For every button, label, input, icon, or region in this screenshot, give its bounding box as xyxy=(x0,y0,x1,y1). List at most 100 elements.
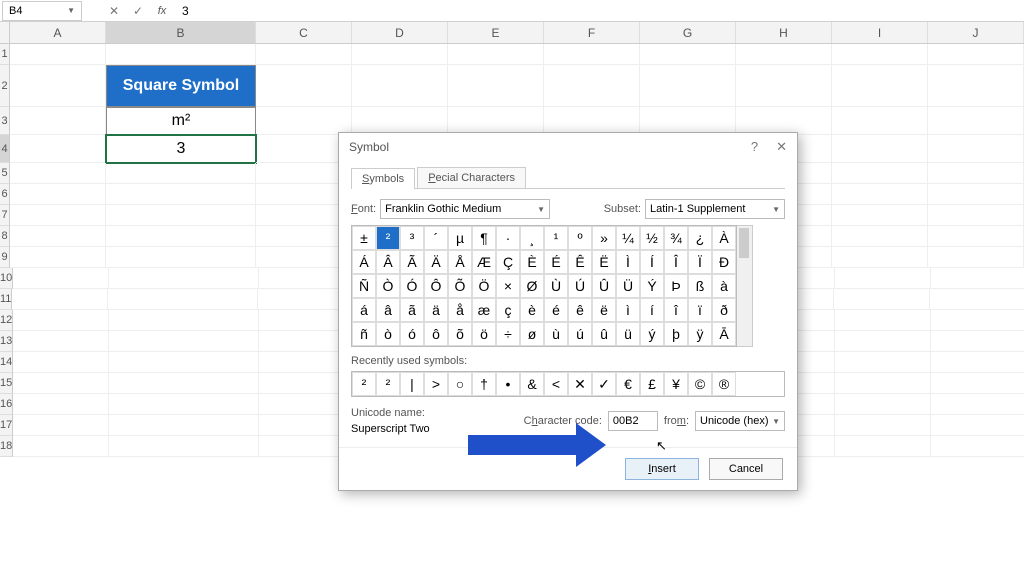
cell[interactable] xyxy=(928,135,1024,163)
symbol-cell[interactable]: Ä xyxy=(424,250,448,274)
symbol-cell[interactable]: × xyxy=(496,274,520,298)
cell[interactable] xyxy=(928,205,1024,226)
cell[interactable] xyxy=(108,289,258,310)
symbol-cell[interactable]: µ xyxy=(448,226,472,250)
symbol-cell[interactable]: é xyxy=(544,298,568,322)
symbol-cell[interactable]: Ó xyxy=(400,274,424,298)
cell[interactable] xyxy=(109,436,259,457)
cell[interactable] xyxy=(352,44,448,65)
cell[interactable]: m² xyxy=(106,107,256,135)
symbol-cell[interactable]: Ç xyxy=(496,250,520,274)
cell[interactable] xyxy=(10,205,106,226)
scrollbar[interactable] xyxy=(737,225,753,347)
symbol-cell[interactable]: Æ xyxy=(472,250,496,274)
symbol-cell[interactable]: ² xyxy=(376,226,400,250)
symbol-cell[interactable]: ñ xyxy=(352,322,376,346)
symbol-cell[interactable]: ë xyxy=(592,298,616,322)
row-header[interactable]: 14 xyxy=(0,352,13,373)
cell[interactable] xyxy=(448,44,544,65)
cell[interactable] xyxy=(109,268,259,289)
symbol-cell[interactable]: É xyxy=(544,250,568,274)
row-header[interactable]: 17 xyxy=(0,415,13,436)
symbol-cell[interactable]: Þ xyxy=(664,274,688,298)
cell[interactable] xyxy=(10,184,106,205)
cell[interactable]: Square Symbol xyxy=(106,65,256,107)
symbol-cell[interactable]: ¶ xyxy=(472,226,496,250)
cell[interactable] xyxy=(256,107,352,135)
row-header[interactable]: 1 xyxy=(0,44,10,65)
cell[interactable] xyxy=(832,163,928,184)
column-header[interactable]: B xyxy=(106,22,256,43)
symbol-cell[interactable]: ç xyxy=(496,298,520,322)
cell[interactable] xyxy=(931,268,1024,289)
column-header[interactable]: J xyxy=(928,22,1024,43)
font-combo[interactable]: Franklin Gothic Medium ▼ xyxy=(380,199,550,219)
cell[interactable] xyxy=(352,65,448,107)
symbol-cell[interactable]: ¸ xyxy=(520,226,544,250)
cell[interactable] xyxy=(931,394,1024,415)
cell[interactable] xyxy=(10,107,106,135)
cell[interactable] xyxy=(931,436,1024,457)
symbol-cell[interactable]: ¼ xyxy=(616,226,640,250)
cell[interactable] xyxy=(106,247,256,268)
cancel-button[interactable]: Cancel xyxy=(709,458,783,480)
recent-symbol-cell[interactable]: & xyxy=(520,372,544,396)
cell[interactable] xyxy=(736,44,832,65)
column-header[interactable]: C xyxy=(256,22,352,43)
recent-symbol-cell[interactable]: • xyxy=(496,372,520,396)
cell[interactable] xyxy=(10,65,106,107)
symbol-cell[interactable]: Ã xyxy=(400,250,424,274)
cell[interactable] xyxy=(835,415,931,436)
cell[interactable] xyxy=(544,44,640,65)
symbol-cell[interactable]: ÷ xyxy=(496,322,520,346)
column-header[interactable]: E xyxy=(448,22,544,43)
column-header[interactable]: H xyxy=(736,22,832,43)
row-header[interactable]: 6 xyxy=(0,184,10,205)
cell[interactable] xyxy=(832,205,928,226)
symbol-cell[interactable]: Å xyxy=(448,250,472,274)
symbol-cell[interactable]: Û xyxy=(592,274,616,298)
symbol-cell[interactable]: þ xyxy=(664,322,688,346)
symbol-cell[interactable]: ð xyxy=(712,298,736,322)
symbol-cell[interactable]: ä xyxy=(424,298,448,322)
row-header[interactable]: 4 xyxy=(0,135,10,163)
symbol-cell[interactable]: È xyxy=(520,250,544,274)
cell[interactable] xyxy=(832,184,928,205)
symbol-cell[interactable]: í xyxy=(640,298,664,322)
cell[interactable] xyxy=(13,310,109,331)
cell[interactable] xyxy=(106,163,256,184)
cell[interactable] xyxy=(832,107,928,135)
cell[interactable] xyxy=(832,44,928,65)
help-icon[interactable]: ? xyxy=(751,139,758,155)
cell[interactable] xyxy=(12,289,108,310)
cell[interactable] xyxy=(256,44,352,65)
column-header[interactable]: A xyxy=(10,22,106,43)
symbol-cell[interactable]: Ò xyxy=(376,274,400,298)
column-header[interactable]: I xyxy=(832,22,928,43)
cell[interactable] xyxy=(928,163,1024,184)
symbol-cell[interactable]: Ë xyxy=(592,250,616,274)
row-header[interactable]: 10 xyxy=(0,268,13,289)
from-combo[interactable]: Unicode (hex) ▼ xyxy=(695,411,785,431)
symbol-cell[interactable]: ´ xyxy=(424,226,448,250)
symbol-cell[interactable]: ³ xyxy=(400,226,424,250)
recent-symbol-cell[interactable]: £ xyxy=(640,372,664,396)
column-header[interactable]: F xyxy=(544,22,640,43)
symbol-cell[interactable]: ß xyxy=(688,274,712,298)
symbol-cell[interactable]: æ xyxy=(472,298,496,322)
symbol-cell[interactable]: è xyxy=(520,298,544,322)
cell[interactable] xyxy=(10,226,106,247)
cell[interactable] xyxy=(448,65,544,107)
close-icon[interactable]: ✕ xyxy=(776,139,787,155)
recent-symbol-cell[interactable]: ® xyxy=(712,372,736,396)
symbol-cell[interactable]: » xyxy=(592,226,616,250)
row-header[interactable]: 2 xyxy=(0,65,10,107)
cell[interactable] xyxy=(835,436,931,457)
symbol-cell[interactable]: Ñ xyxy=(352,274,376,298)
symbol-cell[interactable]: ¾ xyxy=(664,226,688,250)
formula-input[interactable]: 3 xyxy=(174,4,1024,18)
row-header[interactable]: 15 xyxy=(0,373,13,394)
symbol-cell[interactable]: ½ xyxy=(640,226,664,250)
recent-symbol-cell[interactable]: > xyxy=(424,372,448,396)
cell[interactable] xyxy=(109,352,259,373)
